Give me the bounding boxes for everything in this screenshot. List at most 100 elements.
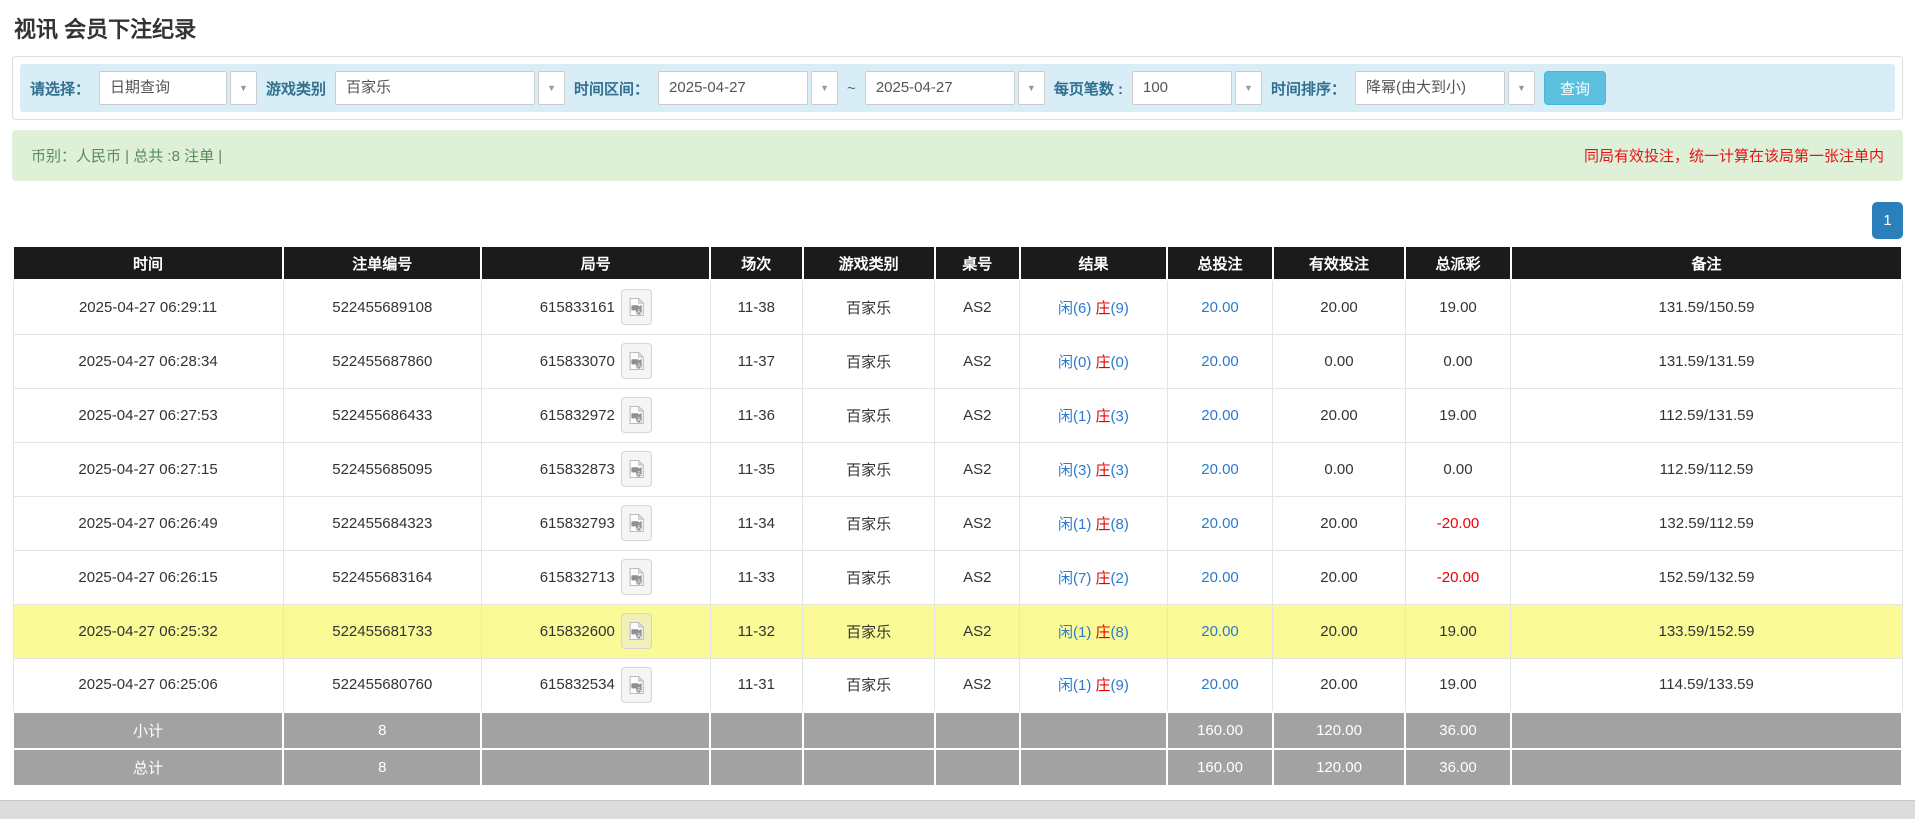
filter-panel: 请选择： 日期查询 ▼ 游戏类别 百家乐 ▼ 时间区间： 2025-04-27 … <box>12 56 1903 120</box>
result-banker: 庄 <box>1095 569 1111 587</box>
subtotal-total-bet: 160.00 <box>1166 711 1274 750</box>
total-bet-link[interactable]: 20.00 <box>1201 676 1239 693</box>
subtotal-row: 小计 8 160.00 120.00 36.00 <box>11 711 1904 750</box>
chevron-down-icon[interactable]: ▼ <box>1508 71 1535 105</box>
select-label: 请选择： <box>30 80 91 98</box>
result-banker: 庄 <box>1095 353 1111 371</box>
result-banker-value: (3) <box>1110 461 1129 479</box>
session-cell: 11-36 <box>709 387 804 443</box>
date-to-picker[interactable]: 2025-04-27 ▼ <box>864 71 1045 105</box>
result-player: 闲(3) <box>1058 461 1092 479</box>
total-bet-link[interactable]: 20.00 <box>1201 569 1239 586</box>
search-button[interactable]: 查询 <box>1544 71 1607 105</box>
total-label: 总计 <box>11 748 285 787</box>
time-cell: 2025-04-27 06:25:32 <box>12 603 284 659</box>
valid-bet-cell: 20.00 <box>1272 657 1406 713</box>
table-row: 2025-04-27 06:25:06 522455680760 6158325… <box>12 657 1903 713</box>
table-row: 2025-04-27 06:27:53 522455686433 6158329… <box>12 387 1903 443</box>
col-session: 场次 <box>709 245 804 281</box>
round-number: 615832873 <box>539 460 615 478</box>
table-number-cell: AS2 <box>934 333 1021 389</box>
video-replay-button[interactable] <box>620 343 652 379</box>
result-banker-value: (8) <box>1110 515 1129 533</box>
video-replay-button[interactable] <box>620 559 652 595</box>
total-bet-link[interactable]: 20.00 <box>1201 353 1239 370</box>
session-cell: 11-31 <box>709 657 804 713</box>
round-number: 615832793 <box>539 514 615 532</box>
result-banker: 庄 <box>1095 677 1111 695</box>
time-cell: 2025-04-27 06:26:15 <box>12 549 284 605</box>
date-to-value[interactable]: 2025-04-27 <box>864 71 1015 105</box>
time-cell: 2025-04-27 06:26:49 <box>12 495 284 551</box>
page-size-value[interactable]: 100 <box>1131 71 1232 105</box>
total-bet-link[interactable]: 20.00 <box>1201 515 1239 532</box>
payout-cell: 0.00 <box>1404 333 1512 389</box>
result-banker: 庄 <box>1095 515 1111 533</box>
summary-bar: 币别：人民币 | 总共 :8 注单 | 同局有效投注，统一计算在该局第一张注单内 <box>12 130 1903 181</box>
page-title: 视讯 会员下注纪录 <box>14 17 197 42</box>
game-type-cell: 百家乐 <box>802 549 936 605</box>
payout-cell: -20.00 <box>1404 495 1512 551</box>
result-player: 闲(1) <box>1058 677 1092 695</box>
video-replay-button[interactable] <box>620 451 652 487</box>
note-cell: 152.59/132.59 <box>1510 549 1903 605</box>
chevron-down-icon[interactable]: ▼ <box>230 71 258 105</box>
game-type-select[interactable]: 百家乐 ▼ <box>335 71 566 105</box>
result-banker-value: (8) <box>1110 623 1129 641</box>
result-player: 闲(1) <box>1058 623 1092 641</box>
table-footer: 小计 8 160.00 120.00 36.00 总计 8 160.00 120… <box>11 711 1904 787</box>
game-type-cell: 百家乐 <box>802 441 936 497</box>
chevron-down-icon[interactable]: ▼ <box>1234 71 1262 105</box>
video-replay-button[interactable] <box>620 505 652 541</box>
payout-cell: 0.00 <box>1404 441 1512 497</box>
col-bet-id: 注单编号 <box>282 245 483 281</box>
time-range-label: 时间区间： <box>574 80 650 98</box>
col-total-bet: 总投注 <box>1166 245 1274 281</box>
video-replay-button[interactable] <box>620 289 652 326</box>
round-cell: 615833070 <box>480 333 711 389</box>
video-replay-button[interactable] <box>620 666 652 703</box>
time-cell: 2025-04-27 06:27:53 <box>12 387 284 443</box>
chevron-down-icon[interactable]: ▼ <box>811 71 839 105</box>
sort-value[interactable]: 降幂(由大到小) <box>1355 71 1505 105</box>
total-bet-cell: 20.00 <box>1166 387 1274 443</box>
round-cell: 615832793 <box>480 495 711 551</box>
time-cell: 2025-04-27 06:29:11 <box>12 279 284 335</box>
sort-label: 时间排序： <box>1270 80 1346 98</box>
result-cell: 闲(0) 庄(0) <box>1019 333 1168 389</box>
time-cell: 2025-04-27 06:28:34 <box>12 333 284 389</box>
result-banker-value: (0) <box>1110 353 1129 371</box>
page-size-label: 每页笔数 : <box>1053 80 1123 98</box>
date-from-value[interactable]: 2025-04-27 <box>658 71 809 105</box>
chevron-down-icon[interactable]: ▼ <box>1017 71 1045 105</box>
video-replay-button[interactable] <box>620 613 652 649</box>
query-type-value[interactable]: 日期查询 <box>99 71 228 105</box>
game-type-value[interactable]: 百家乐 <box>335 71 536 105</box>
round-cell: 615832534 <box>480 657 711 713</box>
video-replay-button[interactable] <box>620 397 652 433</box>
result-banker-value: (9) <box>1110 299 1129 317</box>
query-type-select[interactable]: 日期查询 ▼ <box>99 71 258 105</box>
round-cell: 615832713 <box>480 549 711 605</box>
total-bet-link[interactable]: 20.00 <box>1201 299 1239 316</box>
result-cell: 闲(1) 庄(3) <box>1019 387 1168 443</box>
note-cell: 133.59/152.59 <box>1510 603 1903 659</box>
chevron-down-icon[interactable]: ▼ <box>538 71 566 105</box>
filter-bar: 请选择： 日期查询 ▼ 游戏类别 百家乐 ▼ 时间区间： 2025-04-27 … <box>20 64 1895 112</box>
result-banker: 庄 <box>1095 299 1111 317</box>
result-banker-value: (2) <box>1110 569 1129 587</box>
sort-select[interactable]: 降幂(由大到小) ▼ <box>1355 71 1535 105</box>
note-cell: 114.59/133.59 <box>1510 657 1903 713</box>
date-from-picker[interactable]: 2025-04-27 ▼ <box>658 71 839 105</box>
round-number: 615832713 <box>539 568 615 586</box>
game-type-cell: 百家乐 <box>802 603 936 659</box>
footer-scrollbar[interactable] <box>0 800 1915 819</box>
page-size-select[interactable]: 100 ▼ <box>1131 71 1262 105</box>
page-1-button[interactable]: 1 <box>1872 202 1903 239</box>
round-cell: 615832600 <box>480 603 711 659</box>
total-bet-link[interactable]: 20.00 <box>1201 461 1239 478</box>
total-bet-link[interactable]: 20.00 <box>1201 407 1239 424</box>
session-cell: 11-33 <box>709 549 804 605</box>
session-cell: 11-38 <box>709 279 804 335</box>
total-bet-link[interactable]: 20.00 <box>1201 623 1239 640</box>
